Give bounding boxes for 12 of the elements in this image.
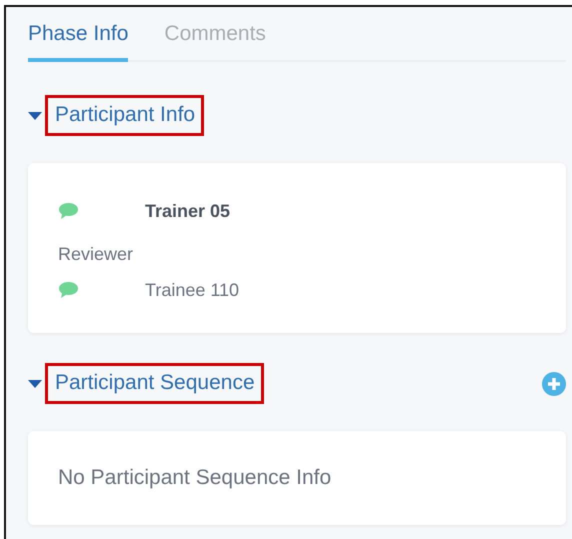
section-title: Participant Info [45, 95, 204, 136]
chat-icon[interactable] [58, 281, 79, 299]
role-label: Reviewer [58, 244, 134, 264]
empty-message: No Participant Sequence Info [58, 466, 332, 490]
add-icon[interactable] [542, 372, 566, 396]
participant-name: Trainee 110 [145, 280, 240, 300]
section-title: Participant Sequence [45, 363, 264, 404]
caret-icon[interactable] [28, 112, 42, 120]
caret-icon[interactable] [28, 380, 42, 388]
tab[interactable]: Phase Info [28, 20, 128, 62]
participant-name: Trainer 05 [145, 200, 230, 222]
chat-icon[interactable] [58, 202, 79, 220]
